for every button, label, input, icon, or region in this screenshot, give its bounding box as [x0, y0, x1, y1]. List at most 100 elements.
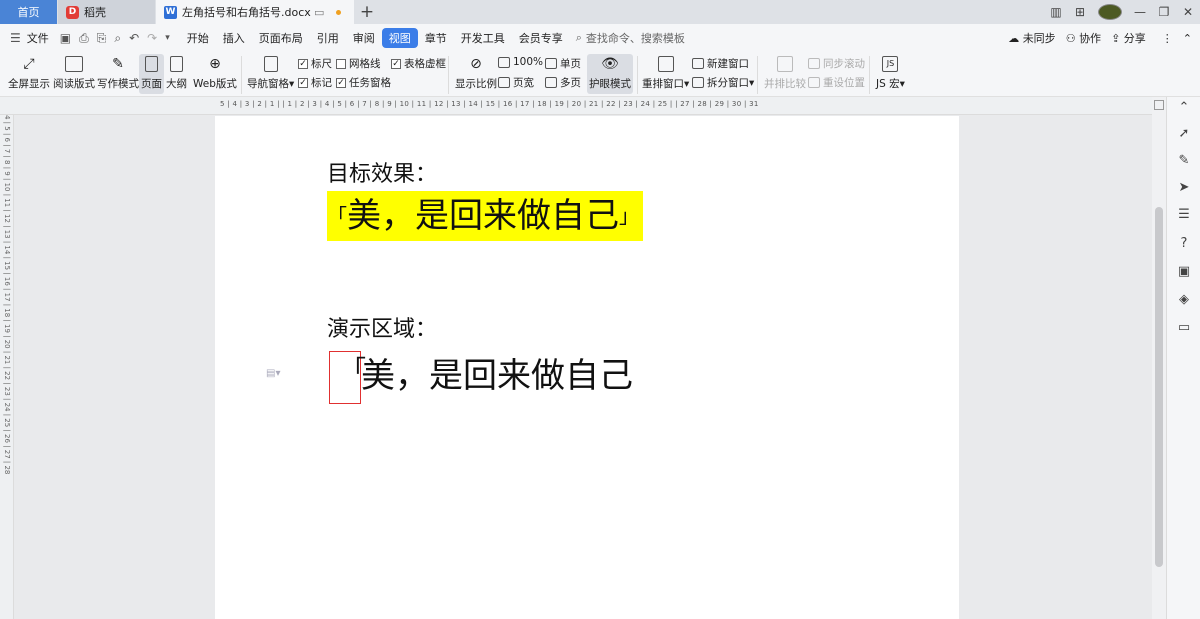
book-open-icon[interactable]: ▭ [1177, 321, 1191, 335]
one-page-button[interactable]: 单页 [545, 56, 581, 71]
menu-review[interactable]: 审阅 [346, 30, 382, 46]
web-label: Web版式 [193, 78, 237, 90]
outline-label: 大纲 [166, 78, 187, 90]
sync-button[interactable]: ☁ 未同步 [1008, 30, 1056, 46]
menu-view[interactable]: 视图 [381, 28, 418, 48]
reading-label: 阅读版式 [53, 78, 95, 90]
check-icon: ✓ [298, 58, 308, 69]
tab-home[interactable]: 首页 [0, 0, 57, 24]
share-icon: ⇪ [1111, 32, 1121, 45]
document-page[interactable]: 目标效果： 「美，是回来做自己」 演示区域： 「美，是回来做自己 [215, 116, 959, 619]
layout-toggle-icon[interactable]: ▥ [1044, 5, 1068, 19]
sync-scroll-button[interactable]: 同步滚动 [808, 56, 865, 71]
zoom-100-label: 100% [513, 56, 544, 68]
menu-home[interactable]: 开始 [180, 30, 216, 46]
reading-layout-button[interactable]: 阅读版式 [53, 56, 95, 91]
avatar[interactable] [1098, 4, 1122, 20]
search-input[interactable]: 查找命令、搜索模板 [586, 30, 685, 46]
undo-icon[interactable]: ↶ [125, 31, 143, 45]
zoom-100-button[interactable]: 100% [498, 56, 543, 68]
reset-position-button[interactable]: 重设位置 [808, 75, 865, 90]
web-layout-button[interactable]: ⊕ Web版式 [193, 56, 237, 91]
paragraph-handle-icon[interactable]: ▤▾ [266, 368, 280, 379]
vertical-scrollbar[interactable] [1152, 97, 1166, 619]
help-icon[interactable]: ? [1177, 237, 1191, 251]
collab-button[interactable]: ⚇ 协作 [1066, 30, 1101, 46]
zoom-button[interactable]: ⊘ 显示比例 [455, 56, 497, 91]
table-grid-checkbox[interactable]: ✓ 表格虚框 [391, 56, 446, 71]
menu-chapter[interactable]: 章节 [418, 30, 454, 46]
print-preview-icon[interactable]: ⌕ [110, 31, 125, 46]
cloud-status-icon[interactable]: ▭ [314, 6, 324, 19]
horizontal-ruler[interactable]: 5 | 4 | 3 | 2 | 1 | | 1 | 2 | 3 | 4 | 5 … [0, 97, 1152, 115]
restore-button[interactable]: ❐ [1152, 5, 1176, 19]
multi-page-label: 多页 [560, 77, 581, 89]
minimize-button[interactable]: — [1128, 5, 1152, 19]
check-icon: ✓ [298, 77, 308, 88]
writing-mode-button[interactable]: ✎ 写作模式 [97, 56, 139, 91]
pen-icon[interactable]: ✎ [1177, 154, 1191, 168]
new-tab-button[interactable]: + [357, 2, 377, 22]
rearrange-window-button[interactable]: 重排窗口▾ [642, 56, 689, 91]
page-width-button[interactable]: 页宽 [498, 75, 534, 90]
writing-label: 写作模式 [97, 78, 139, 90]
multi-page-button[interactable]: 多页 [545, 75, 581, 90]
rocket-icon[interactable]: ➚ [1177, 127, 1191, 141]
outline-icon [170, 56, 183, 72]
print-icon[interactable]: ⎘ [93, 31, 111, 46]
vertical-ruler[interactable]: 4 | 5 | 6 | 7 | 8 | 9 | 10 | 11 | 12 | 1… [0, 115, 14, 619]
collapse-sidebar-icon[interactable]: ⌃ [1177, 101, 1191, 115]
scroll-top-icon[interactable] [1154, 100, 1164, 110]
ruler-checkbox[interactable]: ✓ 标尺 [298, 56, 332, 71]
menu-file[interactable]: 文件 [25, 30, 56, 46]
menu-developer[interactable]: 开发工具 [454, 30, 512, 46]
eye-mode-label: 护眼模式 [589, 78, 631, 90]
side-by-side-button[interactable]: 并排比较 [764, 56, 806, 91]
cloud-icon: ☁ [1008, 32, 1020, 45]
outline-view-button[interactable]: 大纲 [166, 56, 187, 91]
user-icon: ⚇ [1065, 32, 1076, 45]
redo-icon[interactable]: ↷ [143, 31, 161, 45]
menu-insert[interactable]: 插入 [216, 30, 252, 46]
split-window-button[interactable]: 拆分窗口▾ [692, 75, 754, 90]
apps-grid-icon[interactable]: ⊞ [1068, 5, 1092, 19]
cursor-icon[interactable]: ➤ [1177, 181, 1191, 195]
tab-bar: 首页 D 稻壳 W 左角括号和右角括号.docx ▭ + ▥ ⊞ — ❐ ✕ [0, 0, 1200, 24]
share-label: 分享 [1123, 32, 1146, 45]
page-label: 页面 [141, 78, 162, 90]
menu-member[interactable]: 会员专享 [512, 30, 570, 46]
customize-qa-icon[interactable]: ▾ [161, 33, 174, 43]
tab-docer[interactable]: D 稻壳 [58, 0, 155, 24]
nav-pane-button[interactable]: 导航窗格▾ [247, 56, 294, 91]
new-window-button[interactable]: 新建窗口 [692, 56, 749, 71]
menu-page-layout[interactable]: 页面布局 [252, 30, 310, 46]
fullscreen-button[interactable]: ⤢ 全屏显示 [8, 56, 50, 91]
eye-protection-button[interactable]: 👁 护眼模式 [587, 54, 633, 94]
heading-target: 目标效果： [327, 162, 438, 187]
export-pdf-icon[interactable]: ⎙ [75, 31, 93, 46]
location-icon[interactable]: ◈ [1177, 293, 1191, 307]
demo-text[interactable]: 「美，是回来做自己 [329, 351, 633, 405]
image-settings-icon[interactable]: ▣ [1177, 265, 1191, 279]
collab-label: 协作 [1079, 32, 1102, 45]
js-macro-button[interactable]: JS JS 宏▾ [876, 56, 905, 91]
task-pane-checkbox[interactable]: ✓ 任务窗格 [336, 75, 391, 90]
close-button[interactable]: ✕ [1176, 5, 1200, 19]
menu-references[interactable]: 引用 [310, 30, 346, 46]
more-icon[interactable]: ⋮ [1162, 32, 1173, 45]
save-icon[interactable]: ▣ [56, 31, 75, 45]
share-button[interactable]: ⇪ 分享 [1111, 30, 1146, 46]
tab-document-label: 左角括号和右角括号.docx [182, 6, 311, 19]
scrollbar-thumb[interactable] [1155, 207, 1163, 567]
collapse-ribbon-icon[interactable]: ⌃ [1183, 32, 1192, 45]
command-search[interactable]: ⌕ 查找命令、搜索模板 [576, 30, 685, 46]
sync-label: 未同步 [1022, 32, 1056, 45]
page-view-button[interactable]: 页面 [139, 54, 164, 94]
right-sidebar: ⌃ ➚ ✎ ➤ ☰ ? ▣ ◈ ▭ [1166, 97, 1200, 619]
hamburger-icon[interactable]: ☰ [6, 31, 25, 45]
fullscreen-label: 全屏显示 [8, 78, 50, 90]
zoom-100-icon [498, 56, 510, 68]
settings-sliders-icon[interactable]: ☰ [1177, 208, 1191, 222]
gridlines-checkbox[interactable]: 网格线 [336, 56, 381, 71]
marks-checkbox[interactable]: ✓ 标记 [298, 75, 332, 90]
